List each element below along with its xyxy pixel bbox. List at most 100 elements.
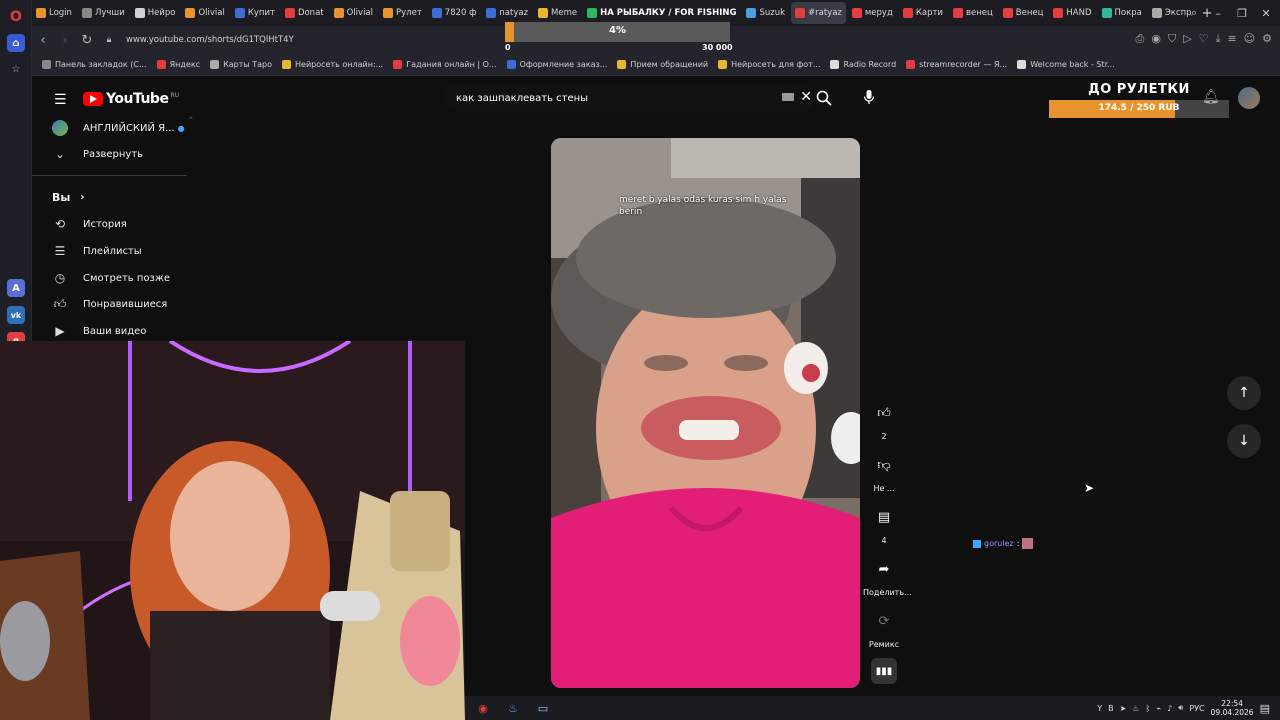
browser-tab[interactable]: Карти xyxy=(899,2,947,24)
profile-icon[interactable]: ☺ xyxy=(1244,32,1255,46)
bluetooth-tray-icon[interactable]: ᛒ xyxy=(1146,704,1151,713)
play-icon[interactable]: ▷ xyxy=(1183,32,1191,46)
thumbs-up-icon[interactable]: 👍︎ xyxy=(869,398,899,428)
bookmark-item[interactable]: Панель закладок (С... xyxy=(42,60,147,69)
browser-tab[interactable]: меруд xyxy=(848,2,897,24)
avatar[interactable] xyxy=(1238,87,1260,109)
language-indicator[interactable]: РУС xyxy=(1189,704,1204,713)
sound-action[interactable]: ▮▮▮ xyxy=(863,658,905,688)
network-tray-icon[interactable]: ⌁ xyxy=(1156,704,1161,713)
bookmark-item[interactable]: Оформление заказ... xyxy=(506,60,607,69)
share-icon[interactable]: ➦ xyxy=(869,554,899,584)
next-short-button[interactable]: ↓ xyxy=(1227,424,1261,458)
notifications-icon[interactable]: 🔔︎ xyxy=(1202,89,1220,105)
clock[interactable]: 22:54 09.04.2026 xyxy=(1211,699,1254,717)
browser-tab[interactable]: HAND xyxy=(1049,2,1095,24)
screenshot-icon[interactable]: ⎙ xyxy=(1136,32,1145,46)
bookmark-item[interactable]: Нейросеть для фот... xyxy=(718,60,820,69)
steam-icon[interactable]: ♨ xyxy=(501,698,525,718)
mic-tray-icon[interactable]: ♪ xyxy=(1167,704,1172,713)
share-action[interactable]: ➦ Поделить... xyxy=(863,554,912,598)
previous-short-button[interactable]: ↑ xyxy=(1227,376,1261,410)
close-icon[interactable]: ✕ xyxy=(1254,0,1278,26)
comments-action[interactable]: ▤ 4 xyxy=(863,502,905,546)
maximize-icon[interactable]: ❐ xyxy=(1230,0,1254,26)
thumbs-down-icon[interactable]: 👎︎ xyxy=(869,450,899,480)
shield-icon[interactable]: ⛉ xyxy=(1168,32,1176,46)
opera-logo-icon[interactable]: O xyxy=(7,8,25,26)
obs-icon[interactable]: ◉ xyxy=(471,698,495,718)
search-button[interactable] xyxy=(814,85,834,111)
steam-tray-icon[interactable]: ♨ xyxy=(1132,704,1139,713)
browser-tab[interactable]: #ratyaz xyxy=(791,2,846,24)
forward-icon[interactable]: › xyxy=(54,33,76,48)
bookmark-item[interactable]: Карты Таро xyxy=(210,60,272,69)
browser-tab[interactable]: Купит xyxy=(231,2,279,24)
like-action[interactable]: 👍︎ 2 xyxy=(863,398,905,442)
clear-search-icon[interactable]: ✕ xyxy=(800,89,812,105)
sidebar-item-your-videos[interactable]: ▶ Ваши видео xyxy=(52,324,146,338)
browser-tab[interactable]: Рулет xyxy=(379,2,426,24)
browser-tab[interactable]: Meme xyxy=(534,2,581,24)
browser-tab[interactable]: Olivial xyxy=(330,2,377,24)
browser-tab[interactable]: НА РЫБАЛКУ / FOR FISHING xyxy=(583,2,740,24)
short-video-player[interactable]: meret b yalas odas kuras sim h yalas ber… xyxy=(551,138,860,688)
dislike-action[interactable]: 👎︎ Не ... xyxy=(863,450,905,494)
browser-tab[interactable]: Olivial xyxy=(181,2,228,24)
comment-icon[interactable]: ▤ xyxy=(869,502,899,532)
keyboard-icon[interactable] xyxy=(782,93,794,101)
volume-tray-icon[interactable]: 🔊︎ xyxy=(1178,703,1183,713)
camera-icon[interactable]: ◉ xyxy=(1151,32,1161,46)
collapse-icon[interactable]: ⌃ xyxy=(188,116,194,124)
sidebar-item-liked[interactable]: 👍︎ Понравившиеся xyxy=(52,297,168,312)
telegram-tray-icon[interactable]: ➤ xyxy=(1120,704,1127,713)
bookmark-item[interactable]: Гадания онлайн | О... xyxy=(393,60,497,69)
bookmark-item[interactable]: streamrecorder — Я... xyxy=(906,60,1007,69)
audio-wave-icon[interactable]: ▮▮▮ xyxy=(871,658,897,684)
ai-icon[interactable]: A xyxy=(7,279,25,297)
bookmark-item[interactable]: Welcome back - Str... xyxy=(1017,60,1115,69)
back-icon[interactable]: ‹ xyxy=(32,33,54,48)
menu-icon[interactable]: ≡ xyxy=(1227,32,1236,46)
browser-tab[interactable]: Покра xyxy=(1098,2,1146,24)
sidebar-you[interactable]: Вы › xyxy=(52,191,84,204)
sidebar-item-playlists[interactable]: ☰ Плейлисты xyxy=(52,244,142,258)
browser-tab[interactable]: венец xyxy=(949,2,997,24)
sidebar-channel[interactable]: АНГЛИЙСКИЙ Я... ● xyxy=(52,120,185,136)
settings-icon[interactable]: ⚙ xyxy=(1262,32,1272,46)
vk-tray-icon[interactable]: B xyxy=(1108,704,1114,713)
bookmark-item[interactable]: Прием обращений xyxy=(617,60,708,69)
remix-action[interactable]: ⟳ Ремикс xyxy=(863,606,905,650)
browser-tab[interactable]: Suzuk xyxy=(742,2,789,24)
bookmark-item[interactable]: Нейросеть онлайн:... xyxy=(282,60,383,69)
home-icon[interactable]: ⌂ xyxy=(7,34,25,52)
bookmark-item[interactable]: Radio Record xyxy=(830,60,896,69)
youtube-logo[interactable]: YouTube RU xyxy=(83,91,179,107)
yandex-tray-icon[interactable]: Y xyxy=(1097,704,1102,713)
browser-tab[interactable]: 7820 ф xyxy=(428,2,481,24)
voice-search-button[interactable] xyxy=(858,86,880,108)
reload-icon[interactable]: ↻ xyxy=(76,33,98,48)
browser-tab[interactable]: Лучши xyxy=(78,2,129,24)
url-field[interactable]: www.youtube.com/shorts/dG1TQlHtT4Y xyxy=(126,35,294,45)
heart-icon[interactable]: ♡ xyxy=(1199,32,1209,46)
remix-icon[interactable]: ⟳ xyxy=(869,606,899,636)
notification-center-icon[interactable]: ▤ xyxy=(1260,702,1270,715)
search-tabs-icon[interactable]: ⌕ xyxy=(1182,0,1206,26)
download-icon[interactable]: ⤓ xyxy=(1216,32,1221,46)
menu-icon[interactable]: ☰ xyxy=(54,92,67,108)
vk-icon[interactable]: vk xyxy=(7,306,25,324)
browser-tab[interactable]: Login xyxy=(32,2,76,24)
minimize-icon[interactable]: – xyxy=(1206,0,1230,26)
browser-tab[interactable]: Венец xyxy=(999,2,1048,24)
sidebar-item-history[interactable]: ⟲ История xyxy=(52,217,127,231)
app-window-icon[interactable]: ▭ xyxy=(531,698,555,718)
bookmark-item[interactable]: Яндекс xyxy=(156,60,200,69)
sidebar-item-watch-later[interactable]: ◷ Смотреть позже xyxy=(52,271,170,285)
sidebar-expand[interactable]: ⌄ Развернуть xyxy=(52,147,143,161)
star-icon[interactable]: ☆ xyxy=(7,60,25,78)
search-input[interactable]: как зашпаклевать стены ✕ xyxy=(444,85,814,111)
browser-tab[interactable]: natyaz xyxy=(482,2,532,24)
browser-tab[interactable]: Нейро xyxy=(131,2,180,24)
browser-tab[interactable]: Donat xyxy=(281,2,328,24)
